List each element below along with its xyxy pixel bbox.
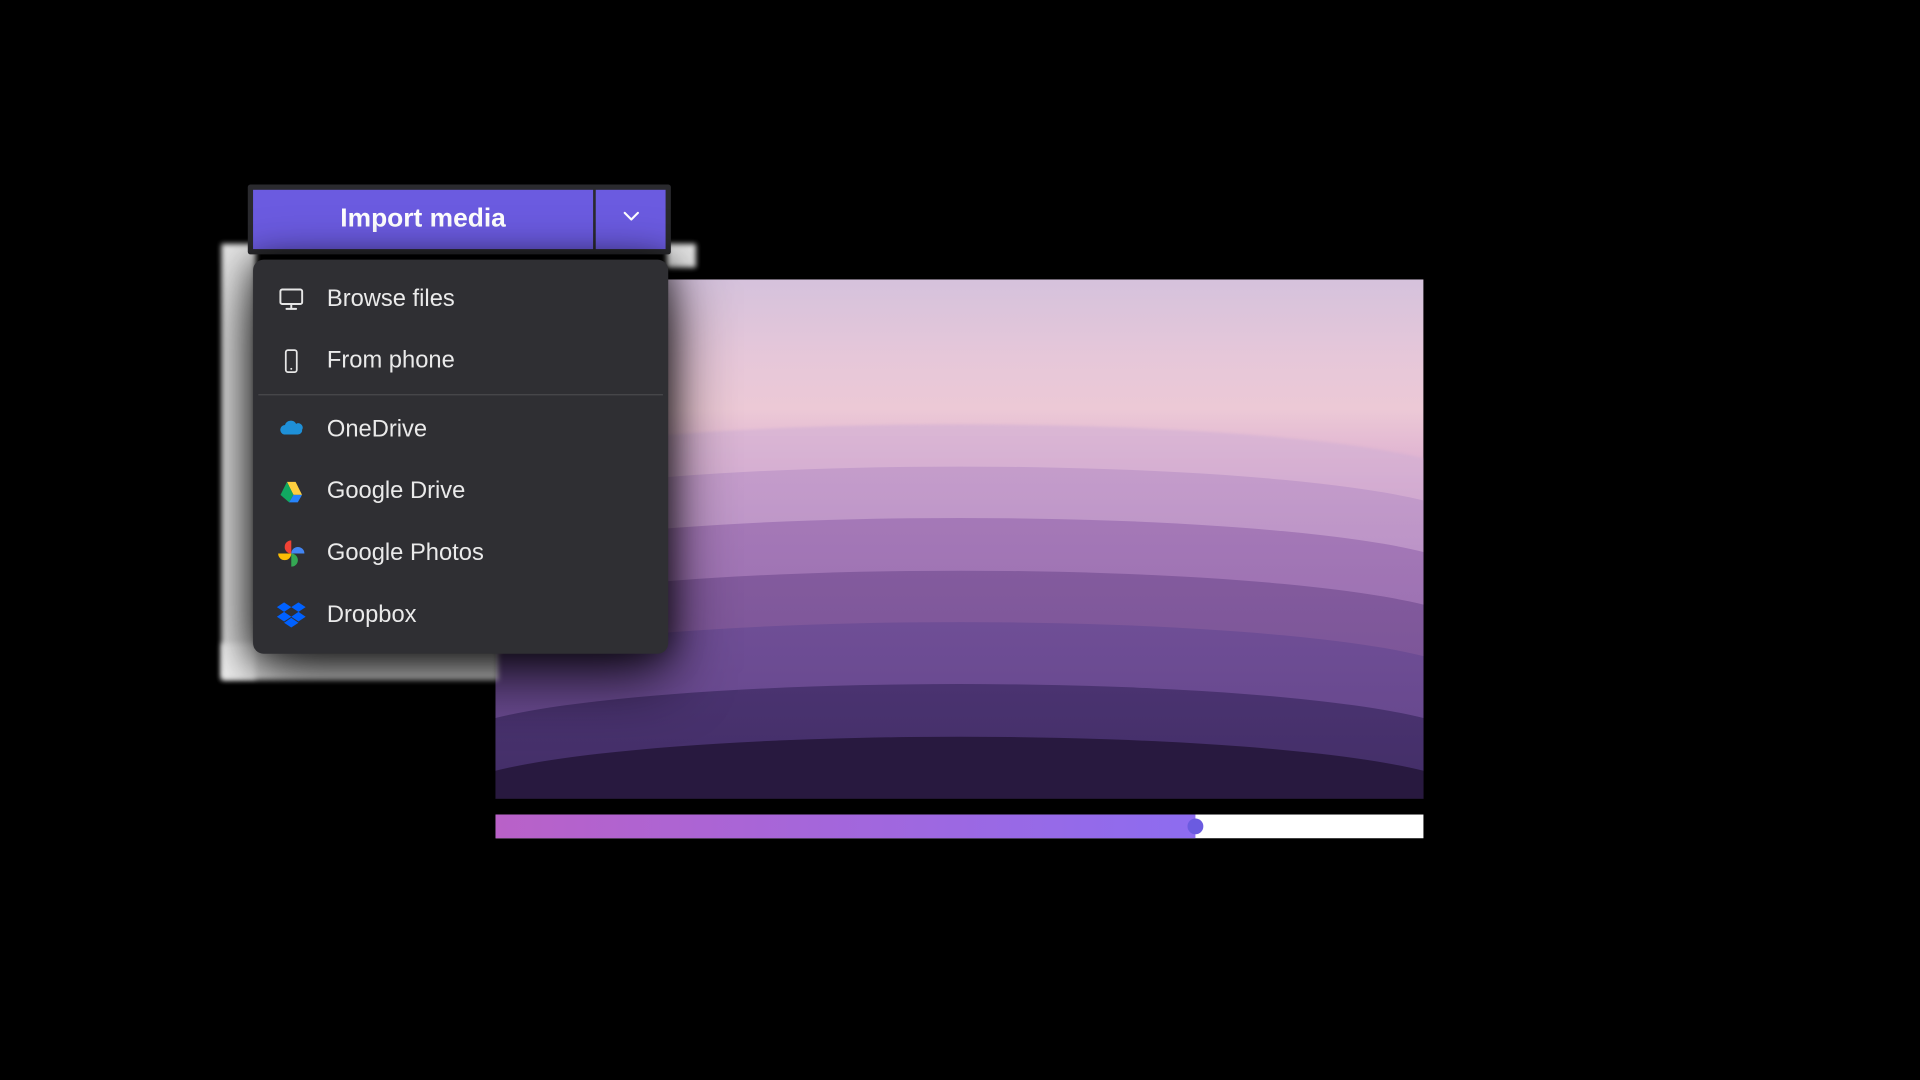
dropdown-item-label: Browse files — [327, 285, 455, 313]
google-photos-icon — [277, 538, 306, 567]
google-drive-icon — [277, 476, 306, 505]
timeline-separator — [496, 799, 1424, 815]
decorative-glow — [221, 244, 255, 679]
dropdown-item-from-phone[interactable]: From phone — [253, 330, 668, 392]
dropbox-icon — [277, 600, 306, 629]
import-media-dropdown: Browse files From phone OneDrive Google … — [253, 260, 668, 654]
dropdown-item-onedrive[interactable]: OneDrive — [253, 398, 668, 460]
import-media-label: Import media — [340, 204, 506, 234]
timeline-playhead[interactable] — [1188, 818, 1204, 834]
decorative-glow — [667, 244, 696, 268]
dropdown-item-google-drive[interactable]: Google Drive — [253, 460, 668, 522]
monitor-icon — [277, 284, 306, 313]
onedrive-icon — [277, 415, 306, 444]
dropdown-item-label: From phone — [327, 347, 455, 375]
dropdown-item-dropbox[interactable]: Dropbox — [253, 584, 668, 646]
timeline-progress — [496, 815, 1196, 839]
dropdown-divider — [258, 394, 663, 395]
dropdown-item-label: Dropbox — [327, 601, 417, 629]
dropdown-item-browse-files[interactable]: Browse files — [253, 268, 668, 330]
chevron-down-icon — [620, 206, 641, 234]
dropdown-item-google-photos[interactable]: Google Photos — [253, 522, 668, 584]
import-media-button[interactable]: Import media — [253, 190, 593, 249]
import-media-split-button: Import media — [248, 185, 671, 255]
dropdown-item-label: Google Drive — [327, 477, 465, 505]
import-media-dropdown-toggle[interactable] — [596, 190, 666, 249]
phone-icon — [277, 346, 306, 375]
dropdown-item-label: OneDrive — [327, 415, 427, 443]
dropdown-item-label: Google Photos — [327, 539, 484, 567]
